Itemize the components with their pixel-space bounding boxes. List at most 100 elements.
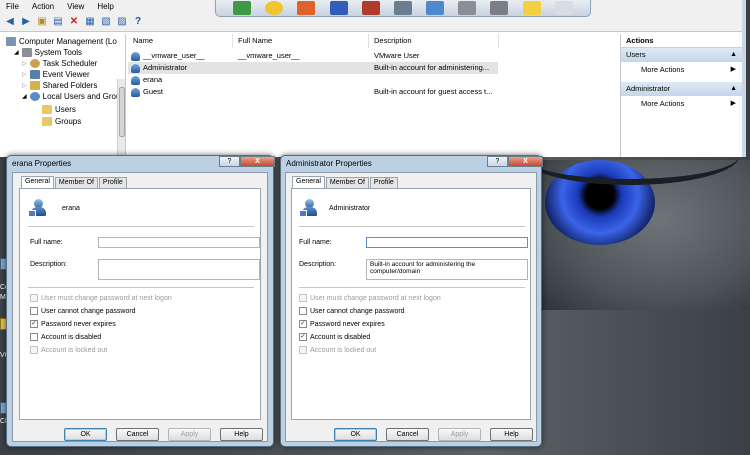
close-button[interactable]: X [240,156,275,167]
cell-description: VMware User [374,51,420,60]
tree-scrollbar[interactable] [117,79,125,157]
shared-folder-icon [29,81,40,90]
account-locked-out-checkbox[interactable]: Account is locked out [30,346,107,354]
table-row[interactable]: __vmware_user__ __vmware_user__ VMware U… [128,50,498,62]
column-header-full-name[interactable]: Full Name [233,34,369,48]
cancel-button[interactable]: Cancel [386,428,429,441]
description-field[interactable] [98,259,260,280]
close-button[interactable]: X [508,156,543,167]
must-change-password-checkbox[interactable]: User must change password at next logon [299,294,441,302]
star-icon[interactable] [522,1,541,15]
description-label: Description: [299,261,336,268]
account-disabled-checkbox[interactable]: ✓ Account is disabled [299,333,370,341]
cannot-change-password-checkbox[interactable]: User cannot change password [299,307,405,315]
presentation-icon[interactable] [297,1,316,15]
apply-button[interactable]: Apply [438,428,481,441]
ok-button[interactable]: OK [64,428,107,441]
collapse-arrow-icon[interactable]: ◢ [22,93,27,100]
help-button[interactable]: Help [220,428,263,441]
user-icon [131,63,140,73]
tree-item-groups[interactable]: Groups [42,116,81,127]
scrollbar-thumb[interactable] [119,87,125,137]
separator [28,287,254,288]
spreadsheet-icon[interactable] [233,1,252,15]
expand-arrow-icon[interactable]: ▷ [22,71,27,78]
description-field[interactable]: Built-in account for administering the c… [366,259,528,280]
tree-item-local-users-groups[interactable]: ◢ Local Users and Grou [22,91,120,102]
tree-item-system-tools[interactable]: ◢ System Tools [14,47,82,58]
column-header-name[interactable]: Name [128,34,233,48]
properties-icon[interactable]: ▦ [84,16,96,28]
clock-icon [29,59,40,68]
table-row[interactable]: Guest Built-in account for guest access … [128,86,498,98]
tab-profile[interactable]: Profile [98,177,127,188]
password-never-expires-checkbox[interactable]: ✓ Password never expires [30,320,116,328]
network-icon[interactable] [393,1,412,15]
expand-arrow-icon[interactable]: ▷ [22,60,27,67]
cannot-change-password-checkbox[interactable]: User cannot change password [30,307,136,315]
ok-button[interactable]: OK [334,428,377,441]
tab-strip: General Member Of Profile [21,176,128,188]
collapse-arrow-icon[interactable]: ◢ [14,49,19,56]
tree-item-task-scheduler[interactable]: ▷ Task Scheduler [22,58,97,69]
full-name-field[interactable] [98,237,260,248]
dialog-body: General Member Of Profile Administrator … [285,172,537,442]
menu-help[interactable]: Help [97,2,113,11]
up-folder-icon[interactable]: ▣ [36,16,48,28]
menu-view[interactable]: View [67,2,84,11]
tab-general[interactable]: General [292,176,325,188]
full-name-field[interactable] [366,237,528,248]
help-icon[interactable]: ? [132,16,144,28]
clock-icon[interactable] [265,1,284,15]
cancel-button[interactable]: Cancel [116,428,159,441]
export-list-icon[interactable]: ▨ [116,16,128,28]
collapse-up-icon[interactable]: ▲ [730,82,737,96]
tree-item-shared-folders[interactable]: ▷ Shared Folders [22,80,97,91]
building-icon[interactable] [361,1,380,15]
tab-profile[interactable]: Profile [369,177,398,188]
apply-button[interactable]: Apply [168,428,211,441]
collapse-up-icon[interactable]: ▲ [730,48,737,62]
monitor-icon[interactable] [458,1,477,15]
account-locked-out-checkbox[interactable]: Account is locked out [299,346,376,354]
actions-section-administrator[interactable]: Administrator ▲ [621,82,742,96]
general-tab-panel: erana Full name: Description: User must … [19,188,261,420]
recycle-bin-icon[interactable] [554,1,573,15]
table-row-selected[interactable]: Administrator Built-in account for admin… [128,62,498,74]
tree-item-users[interactable]: Users [42,104,76,115]
refresh-icon[interactable]: ▧ [100,16,112,28]
forward-arrow-icon[interactable]: ▶ [20,16,32,28]
tab-member-of[interactable]: Member Of [325,177,369,188]
menu-file[interactable]: File [6,2,19,11]
people-icon[interactable] [426,1,445,15]
user-icon [131,87,140,97]
help-button[interactable]: Help [490,428,533,441]
more-actions-administrator[interactable]: More Actions ▶ [621,96,742,112]
menu-action[interactable]: Action [32,2,54,11]
computer-management-window: File Action View Help ◀ ▶ ▣ ▤ ✕ ▦ ▧ ▨ ? … [0,0,746,157]
help-caption-button[interactable]: ? [219,156,240,167]
cell-full-name: __vmware_user__ [238,51,300,60]
erana-properties-dialog: erana Properties ? X General Member Of P… [6,155,275,447]
table-row[interactable]: erana [128,74,498,86]
back-arrow-icon[interactable]: ◀ [4,16,16,28]
tree-item-event-viewer[interactable]: ▷ Event Viewer [22,69,90,80]
show-hide-tree-icon[interactable]: ▤ [52,16,64,28]
actions-section-users[interactable]: Users ▲ [621,48,742,62]
separator [299,226,525,227]
document-icon[interactable] [329,1,348,15]
expand-arrow-icon[interactable]: ▷ [22,82,27,89]
account-disabled-checkbox[interactable]: Account is disabled [30,333,101,341]
more-actions-users[interactable]: More Actions ▶ [621,62,742,78]
tab-member-of[interactable]: Member Of [54,177,98,188]
must-change-password-checkbox[interactable]: User must change password at next logon [30,294,172,302]
password-never-expires-checkbox[interactable]: ✓ Password never expires [299,320,385,328]
caption-buttons: ? X [219,156,275,167]
help-caption-button[interactable]: ? [487,156,508,167]
column-header-description[interactable]: Description [369,34,499,48]
full-name-label: Full name: [30,239,63,246]
delete-icon[interactable]: ✕ [68,16,80,28]
tab-general[interactable]: General [21,176,54,188]
tools-icon[interactable] [490,1,509,15]
tree-item-computer-management[interactable]: Computer Management (Lo [6,36,117,47]
